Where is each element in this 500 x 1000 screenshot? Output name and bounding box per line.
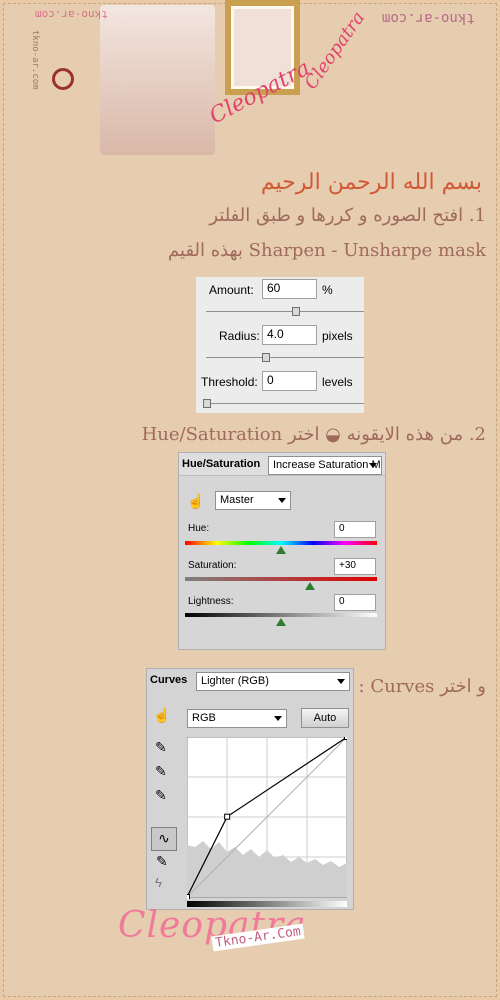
lightness-gradient-bar bbox=[185, 613, 377, 617]
radius-slider-track[interactable] bbox=[206, 357, 364, 358]
radius-unit: pixels bbox=[322, 329, 353, 343]
hue-slider-thumb[interactable] bbox=[276, 546, 286, 554]
curves-channel-dropdown[interactable]: RGB bbox=[187, 709, 287, 728]
hue-sat-title: Hue/Saturation bbox=[182, 458, 261, 470]
target-adjust-icon[interactable]: ☝ bbox=[187, 493, 204, 510]
hue-sat-preset-value: Increase Saturation M bbox=[273, 459, 381, 471]
amount-label: Amount: bbox=[209, 283, 254, 297]
saturation-input[interactable]: +30 bbox=[334, 558, 376, 575]
radius-input[interactable]: 4.0 bbox=[262, 325, 317, 345]
curves-preset-dropdown[interactable]: Lighter (RGB) bbox=[196, 672, 350, 691]
curve-point-2[interactable] bbox=[344, 737, 348, 740]
step1-line1: 1. افتح الصوره و كررها و طبق الفلتر bbox=[209, 205, 486, 226]
curve-point-tool-icon[interactable]: ∿ bbox=[151, 827, 177, 851]
radius-slider-thumb[interactable] bbox=[262, 353, 270, 362]
hue-gradient-bar bbox=[185, 541, 377, 545]
hue-label: Hue: bbox=[188, 523, 210, 534]
step3-text: و اختر Curves : bbox=[358, 676, 486, 697]
eyedropper-gray-icon[interactable]: ✎ bbox=[155, 763, 167, 780]
hue-input[interactable]: 0 bbox=[334, 521, 376, 538]
amount-slider-thumb[interactable] bbox=[292, 307, 300, 316]
channel-value: Master bbox=[220, 494, 254, 506]
auto-button[interactable]: Auto bbox=[301, 708, 349, 728]
bismillah-heading: بسم الله الرحمن الرحيم bbox=[260, 170, 482, 195]
curves-title: Curves bbox=[150, 674, 188, 686]
curves-panel: Curves Lighter (RGB) ☝ RGB Auto ✎ ✎ ✎ ∿ … bbox=[146, 668, 354, 910]
saturation-label: Saturation: bbox=[188, 560, 237, 571]
hue-sat-preset-dropdown[interactable]: Increase Saturation M bbox=[268, 456, 382, 475]
curves-graph[interactable] bbox=[187, 737, 347, 899]
circle-ornament-icon bbox=[52, 68, 74, 90]
smooth-curve-icon[interactable]: ϟ bbox=[155, 875, 162, 890]
amount-slider-track[interactable] bbox=[206, 311, 364, 312]
banner-script-logo-2: Cleopatra bbox=[300, 7, 370, 94]
radius-label: Radius: bbox=[219, 329, 260, 343]
eyedropper-white-icon[interactable]: ✎ bbox=[155, 787, 167, 804]
threshold-slider-thumb[interactable] bbox=[203, 399, 211, 408]
curve-point-1[interactable] bbox=[224, 813, 231, 820]
step2-text: 2. من هذه الايقونه ◒ اختر Hue/Saturation bbox=[141, 424, 486, 445]
step1-line2: Sharpen - Unsharpe mask بهذه القيم bbox=[168, 240, 486, 261]
threshold-input[interactable]: 0 bbox=[262, 371, 317, 391]
threshold-label: Threshold: bbox=[201, 375, 258, 389]
threshold-slider-track[interactable] bbox=[206, 403, 364, 404]
curves-preset-value: Lighter (RGB) bbox=[201, 675, 269, 687]
banner-photo-left bbox=[100, 5, 215, 155]
unsharp-mask-panel: Amount: 60 % Radius: 4.0 pixels Threshol… bbox=[196, 277, 364, 413]
curves-target-adjust-icon[interactable]: ☝ bbox=[153, 707, 170, 724]
eyedropper-black-icon[interactable]: ✎ bbox=[155, 739, 167, 756]
banner-site-tag: tkno-ar.com bbox=[382, 10, 475, 26]
banner-site-text: tkno-ar.com bbox=[35, 8, 108, 21]
saturation-slider-thumb[interactable] bbox=[305, 582, 315, 590]
channel-dropdown[interactable]: Master bbox=[215, 491, 291, 510]
banner-vertical-text: tkno-ar.com bbox=[30, 30, 40, 90]
amount-unit: % bbox=[322, 283, 333, 297]
amount-input[interactable]: 60 bbox=[262, 279, 317, 299]
pencil-tool-icon[interactable]: ✎ bbox=[156, 853, 168, 870]
header-banner: tkno-ar.com tkno-ar.com tkno-ar.com Cleo… bbox=[0, 0, 500, 165]
curves-channel-value: RGB bbox=[192, 712, 216, 724]
threshold-unit: levels bbox=[322, 375, 353, 389]
hue-saturation-panel: Hue/Saturation Increase Saturation M ☝ M… bbox=[178, 452, 386, 650]
lightness-slider-thumb[interactable] bbox=[276, 618, 286, 626]
lightness-label: Lightness: bbox=[188, 596, 234, 607]
lightness-input[interactable]: 0 bbox=[334, 594, 376, 611]
curve-point-0[interactable] bbox=[187, 894, 190, 900]
saturation-gradient-bar bbox=[185, 577, 377, 581]
